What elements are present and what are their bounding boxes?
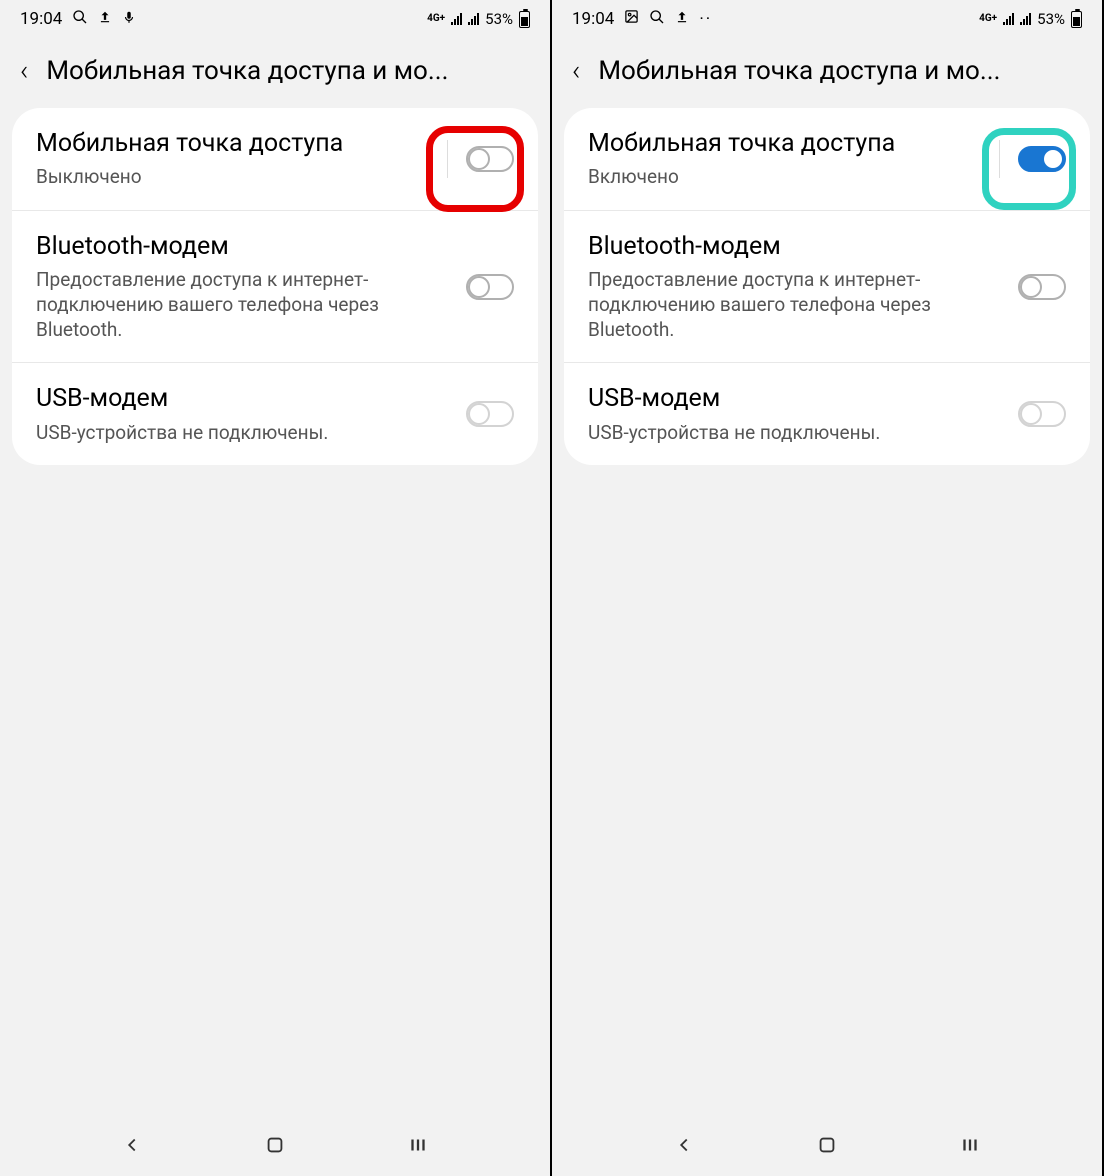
mic-icon [122, 9, 136, 29]
status-bar: 19:04 ·· 4G+ 53% [552, 0, 1102, 38]
nav-back-icon[interactable] [121, 1134, 143, 1160]
upload-icon [98, 9, 112, 29]
signal-icon-2 [1020, 13, 1031, 25]
usb-subtitle: USB-устройства не подключены. [36, 421, 454, 446]
usb-title: USB-модем [36, 383, 454, 414]
row-usb: USB-модем USB-устройства не подключены. [12, 363, 538, 465]
hotspot-toggle[interactable] [466, 146, 514, 172]
usb-title: USB-модем [588, 383, 1006, 414]
page-title: Мобильная точка доступа и мо... [598, 56, 1082, 86]
bluetooth-subtitle: Предоставление доступа к интернет-подклю… [588, 268, 1006, 342]
row-usb: USB-модем USB-устройства не подключены. [564, 363, 1090, 465]
battery-icon [1071, 11, 1082, 28]
signal-icon-2 [468, 13, 479, 25]
phone-right: 19:04 ·· 4G+ 53% ‹ Мобильная точка досту… [552, 0, 1104, 1176]
phone-left: 19:04 4G+ 53% ‹ Мобильная точка доступа … [0, 0, 552, 1176]
row-bluetooth[interactable]: Bluetooth-модем Предоставление доступа к… [564, 211, 1090, 363]
hotspot-subtitle: Выключено [36, 165, 435, 190]
nav-back-icon[interactable] [673, 1134, 695, 1160]
usb-subtitle: USB-устройства не подключены. [588, 421, 1006, 446]
search-icon [649, 9, 665, 30]
hotspot-title: Мобильная точка доступа [588, 128, 987, 159]
divider [999, 140, 1000, 178]
bluetooth-subtitle: Предоставление доступа к интернет-подклю… [36, 268, 454, 342]
bluetooth-title: Bluetooth-модем [36, 231, 454, 262]
network-type: 4G+ [427, 15, 445, 23]
divider [447, 140, 448, 178]
bluetooth-toggle[interactable] [466, 274, 514, 300]
nav-bar [552, 1118, 1102, 1176]
status-time: 19:04 [572, 9, 614, 29]
nav-home-icon[interactable] [816, 1134, 838, 1160]
status-time: 19:04 [20, 9, 62, 29]
usb-toggle [1018, 401, 1066, 427]
nav-recents-icon[interactable] [407, 1134, 429, 1160]
battery-icon [519, 11, 530, 28]
status-bar: 19:04 4G+ 53% [0, 0, 550, 38]
settings-card: Мобильная точка доступа Выключено Blueto… [12, 108, 538, 465]
battery-percent: 53% [485, 10, 513, 28]
page-header: ‹ Мобильная точка доступа и мо... [552, 38, 1102, 108]
bluetooth-toggle[interactable] [1018, 274, 1066, 300]
row-hotspot[interactable]: Мобильная точка доступа Включено [564, 108, 1090, 211]
page-title: Мобильная точка доступа и мо... [46, 56, 530, 86]
signal-icon [1003, 13, 1014, 25]
back-icon[interactable]: ‹ [20, 57, 28, 85]
battery-percent: 53% [1037, 10, 1065, 28]
usb-toggle [466, 401, 514, 427]
settings-card: Мобильная точка доступа Включено Bluetoo… [564, 108, 1090, 465]
hotspot-toggle[interactable] [1018, 146, 1066, 172]
more-icon: ·· [699, 9, 712, 29]
nav-recents-icon[interactable] [959, 1134, 981, 1160]
nav-bar [0, 1118, 550, 1176]
nav-home-icon[interactable] [264, 1134, 286, 1160]
image-icon [624, 9, 639, 29]
network-type: 4G+ [979, 15, 997, 23]
signal-icon [451, 13, 462, 25]
page-header: ‹ Мобильная точка доступа и мо... [0, 38, 550, 108]
bluetooth-title: Bluetooth-модем [588, 231, 1006, 262]
upload-icon [675, 9, 689, 29]
row-bluetooth[interactable]: Bluetooth-модем Предоставление доступа к… [12, 211, 538, 363]
hotspot-subtitle: Включено [588, 165, 987, 190]
row-hotspot[interactable]: Мобильная точка доступа Выключено [12, 108, 538, 211]
search-icon [72, 9, 88, 30]
back-icon[interactable]: ‹ [572, 57, 580, 85]
hotspot-title: Мобильная точка доступа [36, 128, 435, 159]
